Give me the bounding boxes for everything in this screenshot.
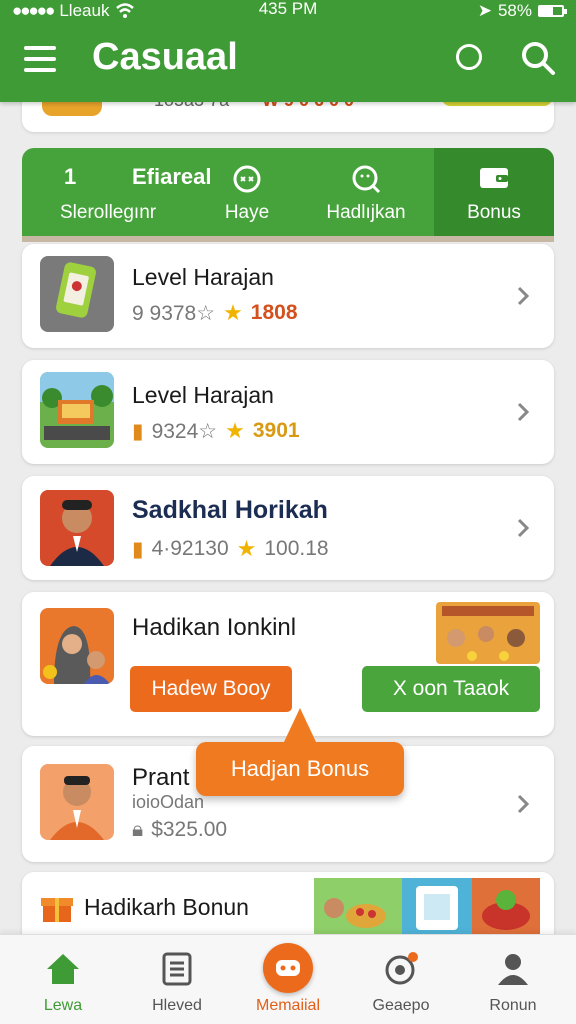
menu-icon[interactable] xyxy=(24,46,56,72)
search-smile-icon xyxy=(352,165,381,194)
chevron-right-icon xyxy=(517,518,530,538)
tab-haye[interactable]: Haye xyxy=(200,148,294,236)
card-3-value: 100.18 xyxy=(264,537,329,560)
card-2-thumbnail xyxy=(40,372,114,448)
card-6-title: Hadikarh Bonun xyxy=(84,894,249,920)
x-oon-taaok-button[interactable]: X oon Taaok xyxy=(362,666,540,712)
card-3-title: Sadkhal Horikah xyxy=(132,496,328,524)
card-6-image-1 xyxy=(314,878,402,938)
card-1-count: 9 9378☆ xyxy=(132,301,216,325)
nav-ronun[interactable]: Ronun xyxy=(458,935,568,1024)
status-bar: ●●●●● Lleauk 435 PM ➤ 58% xyxy=(0,0,576,22)
card-3-meta: ▮ 4·92130 ★ 100.18 xyxy=(132,536,329,562)
card-4-thumbnail xyxy=(40,608,114,684)
wallet-icon xyxy=(480,168,508,188)
chat-icon xyxy=(385,952,418,985)
profile-icon xyxy=(498,954,528,985)
chevron-right-icon xyxy=(517,286,530,306)
status-time: 435 PM xyxy=(258,0,318,18)
card-6-image-3 xyxy=(472,878,540,938)
bonus-tooltip[interactable]: Hadjan Bonus xyxy=(196,708,404,796)
nav-hleved-label: Hleved xyxy=(152,997,202,1014)
card-3-box-icon: ▮ xyxy=(132,537,144,561)
card-2-title: Level Harajan xyxy=(132,382,274,408)
gift-icon xyxy=(41,898,73,922)
nav-memaiial-label: Memaiial xyxy=(255,997,320,1014)
card-2-score: 3901 xyxy=(252,419,300,442)
nav-home-label: Lewa xyxy=(43,997,83,1014)
card-1-title: Level Harajan xyxy=(132,264,274,290)
card-1-meta: 9 9378☆ ★ 1808 xyxy=(132,300,298,326)
nav-ronun-label: Ronun xyxy=(489,997,537,1014)
nav-geaepo-label: Geaepo xyxy=(372,997,430,1014)
tab-hadlijkan[interactable]: Hadlıjkan xyxy=(314,148,418,236)
battery-icon xyxy=(538,5,567,17)
page-title: Casuaal xyxy=(92,36,238,78)
card-6-image-2 xyxy=(402,878,472,938)
star-icon: ★ xyxy=(223,300,243,325)
card-3-count: 4·92130 xyxy=(151,537,229,560)
card-5-title: Prant xyxy=(132,764,190,791)
tab-bonus[interactable]: Bonus xyxy=(434,148,554,236)
star-icon: ★ xyxy=(225,418,245,443)
tab-haye-label: Haye xyxy=(224,202,270,223)
smiley-icon xyxy=(233,165,261,193)
list-item[interactable]: Level Harajan ▮ 9324☆ ★ 3901 xyxy=(22,360,554,464)
card-5-price-row: 🔒︎ $325.00 xyxy=(132,818,227,842)
nav-geaepo[interactable]: Geaepo xyxy=(346,935,456,1024)
lock-icon: 🔒︎ xyxy=(132,818,144,841)
card-4-title: Hadikan Ionkinl xyxy=(132,614,297,641)
hadew-booy-button[interactable]: Hadew Booy xyxy=(130,666,292,712)
tab-main-number: 1 xyxy=(64,164,77,189)
category-tabs: 1 Efiareal Slerollegınr Haye Hadlıjkan B… xyxy=(22,148,554,242)
nav-hleved[interactable]: Hleved xyxy=(122,935,232,1024)
app-header: Casuaal xyxy=(0,22,576,102)
home-icon xyxy=(47,954,79,984)
list-item[interactable]: Level Harajan 9 9378☆ ★ 1808 xyxy=(22,244,554,348)
list-item[interactable]: Sadkhal Horikah ▮ 4·92130 ★ 100.18 xyxy=(22,476,554,580)
card-1-score: 1808 xyxy=(250,301,298,324)
card-5-thumbnail xyxy=(40,764,114,840)
game-icon xyxy=(263,943,313,993)
tab-bonus-label: Bonus xyxy=(467,202,521,223)
card-5-subtitle: ioioOdan xyxy=(132,792,205,812)
card-5-price: $325.00 xyxy=(151,818,228,841)
list-icon xyxy=(162,952,192,986)
chevron-right-icon xyxy=(517,402,530,422)
circle-icon[interactable] xyxy=(456,44,482,70)
nav-home[interactable]: Lewa xyxy=(8,935,118,1024)
search-icon[interactable] xyxy=(520,40,556,76)
nav-memaiial[interactable]: Memaiial xyxy=(233,935,343,1024)
card-2-meta: ▮ 9324☆ ★ 3901 xyxy=(132,418,300,444)
tab-hadlijkan-label: Hadlıjkan xyxy=(326,202,406,223)
card-3-thumbnail xyxy=(40,490,114,566)
star-icon: ★ xyxy=(236,536,257,561)
card-1-thumbnail xyxy=(40,256,114,332)
chevron-right-icon xyxy=(517,794,530,814)
card-2-count: 9324☆ xyxy=(151,419,218,443)
card-2-box-icon: ▮ xyxy=(132,419,144,443)
bottom-navigation: Lewa Hleved Memaiial Geaepo Ronun xyxy=(0,934,576,1024)
card-4-banner xyxy=(436,602,540,664)
